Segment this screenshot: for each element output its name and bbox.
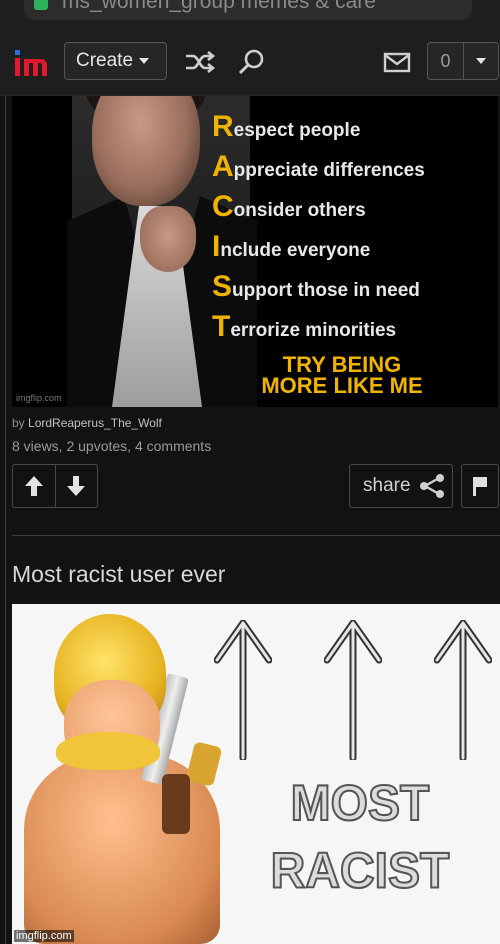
chevron-down-icon [139,58,150,64]
barbarian-body [24,754,220,944]
url-text: ms_women_group memes & care [62,0,376,13]
acrostic-letter: C [212,190,234,223]
arrow-up-icon [324,620,382,760]
acrostic-row: Respect people [212,110,360,150]
acrostic-text: errorize minorities [230,320,397,341]
share-label: share [363,475,411,496]
acrostic-row: Terrorize minorities [212,310,396,350]
top-navigation: Create 0 [0,26,500,96]
arrow-up-icon [434,620,492,760]
post-byline: by LordReaperus_The_Wolf [12,416,162,430]
notification-menu[interactable]: 0 [427,42,499,80]
acrostic-text: upport those in need [232,280,420,301]
barbarian-mustache [56,732,160,770]
arrow-up-icon [214,620,272,760]
meme-image-most-racist-user[interactable]: MOST RACIST imgflip.com [12,604,500,944]
acrostic-row: Consider others [212,190,366,230]
notification-count: 0 [428,43,464,79]
post-title[interactable]: Most racist user ever [12,561,225,588]
meme-caption-line: MOST [290,775,431,833]
meme-caption: MOST RACIST [260,771,460,905]
create-button-label: Create [76,50,134,71]
acrostic-row: Appreciate differences [212,150,425,190]
acrostic-text: nclude everyone [220,240,371,261]
acrostic-row: Support those in need [212,270,420,310]
byline-prefix: by [12,416,29,430]
meme-caption-line: RACIST [270,842,451,900]
chevron-down-icon [476,58,486,64]
meme-tagline: TRY BEING MORE LIKE ME [232,352,452,398]
secure-lock-icon [34,0,48,10]
search-icon[interactable] [236,48,268,76]
meme-figure-head [92,96,200,206]
meme-tagline-line: MORE LIKE ME [261,373,423,398]
create-button[interactable]: Create [64,42,167,80]
mail-icon[interactable] [381,48,413,76]
post-divider [12,535,500,536]
browser-url-bar[interactable]: ms_women_group memes & care [0,0,500,26]
arrow-down-icon [67,476,86,496]
flag-button[interactable] [461,464,499,508]
author-link[interactable]: LordReaperus_The_Wolf [28,416,162,430]
share-button[interactable]: share [349,464,453,508]
meme-watermark: imgflip.com [16,393,62,403]
acrostic-text: ppreciate differences [233,160,425,181]
acrostic-row: Include everyone [212,230,370,270]
share-icon [419,474,444,498]
arrow-up-icon [24,476,43,496]
notification-dropdown[interactable] [464,43,498,79]
flag-icon [473,477,487,496]
meme-figure-hand [140,206,196,272]
post-stats: 8 views, 2 upvotes, 4 comments [12,438,212,454]
shuffle-icon[interactable] [184,48,216,76]
barbarian-belt [162,774,190,834]
acrostic-letter: A [212,150,234,183]
meme-watermark: imgflip.com [14,930,74,942]
meme-image-racist-acrostic[interactable]: Respect people Appreciate differences Co… [12,96,498,407]
downvote-button[interactable] [54,465,98,507]
content-border [5,96,6,944]
meme-tagline-line: TRY BEING [282,352,402,377]
acrostic-letter: S [212,270,233,303]
acrostic-text: onsider others [233,200,366,221]
acrostic-letter: R [212,110,234,143]
upvote-button[interactable] [13,465,55,507]
imgflip-logo[interactable] [14,46,50,78]
acrostic-letter: T [212,310,231,343]
vote-buttons [12,464,98,508]
acrostic-text: espect people [233,120,361,141]
